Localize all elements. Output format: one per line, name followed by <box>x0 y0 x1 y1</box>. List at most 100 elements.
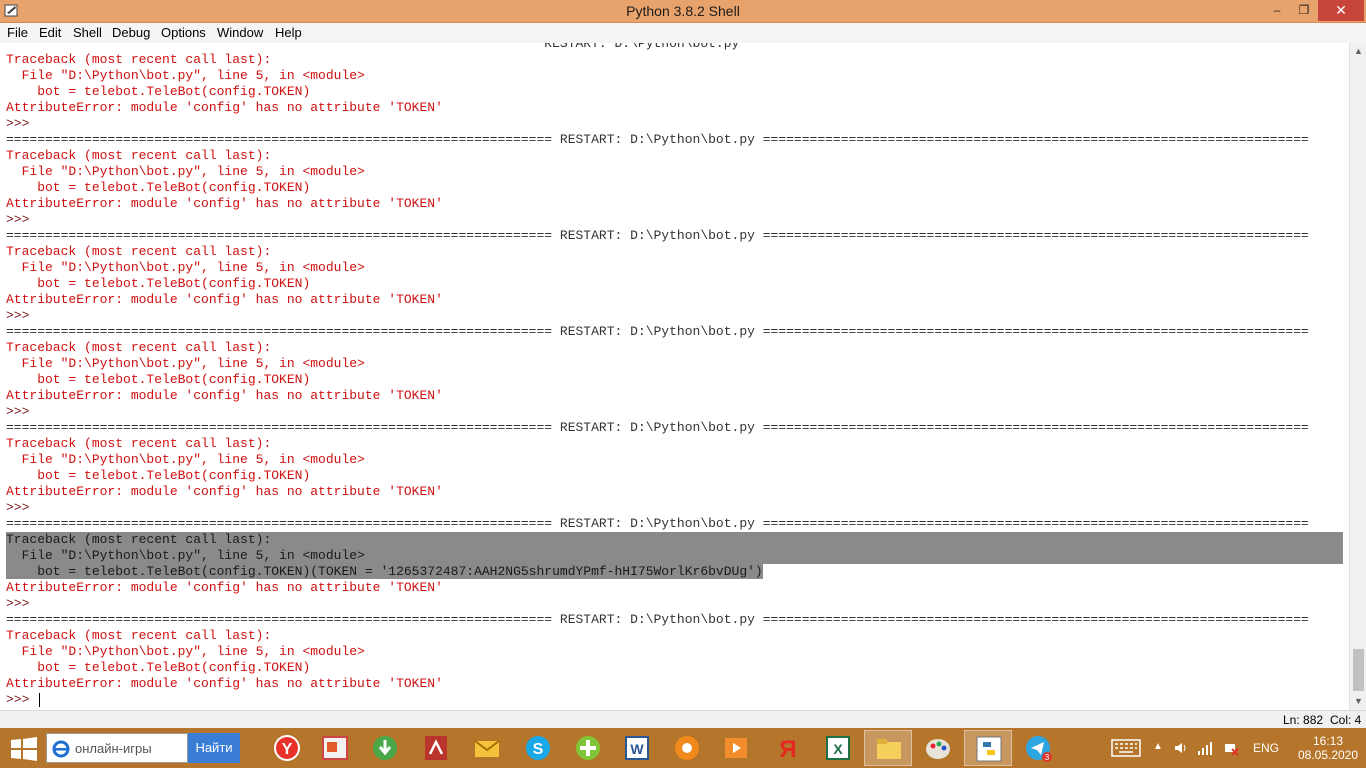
yandex-browser-icon: Y <box>274 735 300 761</box>
minimize-button[interactable]: ‒ <box>1264 0 1290 21</box>
presentation-app-icon <box>322 736 348 760</box>
taskbar-app-python-idle[interactable] <box>964 730 1012 766</box>
traceback-line: File "D:\Python\bot.py", line 5, in <mod… <box>6 452 365 467</box>
restart-line: ========================================… <box>6 132 1309 147</box>
traceback-line: Traceback (most recent call last): <box>6 244 272 259</box>
taskbar-app-pdf[interactable] <box>412 730 460 766</box>
show-hidden-icons-icon[interactable]: ▲ <box>1153 741 1163 781</box>
web-search-box[interactable]: онлайн-игры <box>46 733 188 763</box>
taskbar-app-video[interactable] <box>712 730 760 766</box>
yandex-icon: Я <box>779 736 796 763</box>
icq-icon <box>576 736 600 760</box>
menu-shell[interactable]: Shell <box>73 25 102 40</box>
column-number: Col: 4 <box>1330 713 1362 727</box>
traceback-line: Traceback (most recent call last): <box>6 340 272 355</box>
restart-line: ========================================… <box>6 324 1309 339</box>
scrollbar-thumb[interactable] <box>1353 649 1364 691</box>
volume-icon[interactable] <box>1173 740 1189 756</box>
power-warning-icon[interactable] <box>1223 740 1239 756</box>
mail-app-icon <box>474 740 500 757</box>
menu-edit[interactable]: Edit <box>39 25 61 40</box>
menu-file[interactable]: File <box>7 25 28 40</box>
traceback-line: File "D:\Python\bot.py", line 5, in <mod… <box>6 644 365 659</box>
prompt-line: >>> <box>6 500 30 515</box>
video-player-icon <box>725 738 747 758</box>
selected-text-line: bot = telebot.TeleBot(config.TOKEN)(TOKE… <box>6 564 1343 580</box>
search-button[interactable]: Найти <box>188 733 240 763</box>
traceback-line: Traceback (most recent call last): <box>6 148 272 163</box>
menu-debug[interactable]: Debug <box>112 25 150 40</box>
menu-options[interactable]: Options <box>161 25 206 40</box>
selected-pasted-line: bot = telebot.TeleBot(config.TOKEN)(TOKE… <box>6 564 763 579</box>
taskbar-app-presentation[interactable] <box>311 730 359 766</box>
title-bar[interactable]: Python 3.8.2 Shell ‒ ❐ ✕ <box>0 0 1366 23</box>
taskbar-app-word[interactable]: W <box>613 730 661 766</box>
maximize-button[interactable]: ❐ <box>1291 0 1317 21</box>
taskbar-app-skype[interactable]: S <box>514 730 562 766</box>
traceback-line: File "D:\Python\bot.py", line 5, in <mod… <box>6 356 365 371</box>
taskbar-clock[interactable]: 16:13 08.05.2020 <box>1296 734 1360 762</box>
menu-help[interactable]: Help <box>275 25 302 40</box>
taskbar-app-paint[interactable] <box>914 730 962 766</box>
traceback-line: Traceback (most recent call last): <box>6 628 272 643</box>
taskbar-app-download[interactable] <box>361 730 409 766</box>
restart-line: ========================================… <box>6 612 1309 627</box>
traceback-line: bot = telebot.TeleBot(config.TOKEN) <box>6 276 311 291</box>
paint-icon <box>926 739 950 759</box>
status-bar: Ln: 882 Col: 4 <box>0 710 1366 728</box>
traceback-line: bot = telebot.TeleBot(config.TOKEN) <box>6 180 311 195</box>
shell-output[interactable]: RESTART: D:\Python\bot.py Traceback (mos… <box>0 43 1349 710</box>
traceback-line: Traceback (most recent call last): <box>6 436 272 451</box>
taskbar-app-telegram[interactable]: 3 <box>1014 730 1062 766</box>
selected-traceback-line: Traceback (most recent call last): <box>6 532 1343 548</box>
menu-window[interactable]: Window <box>217 25 263 40</box>
taskbar-app-mail[interactable] <box>463 730 511 766</box>
clock-time: 16:13 <box>1312 734 1344 748</box>
keyboard-icon[interactable] <box>1111 738 1141 758</box>
svg-text:W: W <box>630 741 644 757</box>
menu-bar: File Edit Shell Debug Options Window Hel… <box>0 23 1366 43</box>
text-cursor <box>39 692 41 707</box>
file-explorer-icon <box>877 739 901 759</box>
search-placeholder: онлайн-игры <box>75 741 152 756</box>
prompt-line: >>> <box>6 596 30 611</box>
traceback-line: File "D:\Python\bot.py", line 5, in <mod… <box>6 68 365 83</box>
restart-line: RESTART: D:\Python\bot.py <box>6 43 740 51</box>
taskbar-app-icq[interactable] <box>564 730 612 766</box>
svg-text:S: S <box>533 741 544 758</box>
svg-text:X: X <box>833 741 843 757</box>
error-line: AttributeError: module 'config' has no a… <box>6 388 443 403</box>
svg-text:Y: Y <box>282 741 293 758</box>
error-line: AttributeError: module 'config' has no a… <box>6 292 443 307</box>
restart-line: ========================================… <box>6 228 1309 243</box>
input-prompt-line[interactable]: >>> <box>6 692 1343 708</box>
taskbar-app-explorer[interactable] <box>864 730 912 766</box>
python-idle-icon <box>976 736 1002 762</box>
network-signal-icon[interactable] <box>1197 740 1213 756</box>
language-indicator[interactable]: ENG <box>1253 741 1279 781</box>
traceback-line: File "D:\Python\bot.py", line 5, in <mod… <box>6 164 365 179</box>
prompt: >>> <box>6 692 38 707</box>
windows-start-icon[interactable] <box>10 737 38 761</box>
scroll-down-icon[interactable]: ▼ <box>1350 693 1366 710</box>
pdf-reader-icon <box>425 736 447 760</box>
error-line: AttributeError: module 'config' has no a… <box>6 484 443 499</box>
selected-text-line: Traceback (most recent call last): <box>6 532 1343 548</box>
close-button[interactable]: ✕ <box>1318 0 1364 21</box>
scroll-up-icon[interactable]: ▲ <box>1350 43 1366 60</box>
traceback-line: bot = telebot.TeleBot(config.TOKEN) <box>6 468 311 483</box>
prompt-line: >>> <box>6 308 30 323</box>
svg-text:Я: Я <box>779 736 796 763</box>
clock-date: 08.05.2020 <box>1297 748 1359 762</box>
line-number: Ln: 882 <box>1283 713 1324 727</box>
internet-explorer-icon <box>52 740 70 758</box>
taskbar-app-yandex-browser[interactable]: Y <box>263 730 311 766</box>
vertical-scrollbar[interactable]: ▲ ▼ <box>1349 43 1366 710</box>
window-title: Python 3.8.2 Shell <box>626 3 740 19</box>
prompt-line: >>> <box>6 404 30 419</box>
taskbar-app-games[interactable] <box>663 730 711 766</box>
taskbar-app-yandex[interactable]: Я <box>764 730 812 766</box>
download-app-icon <box>373 736 397 760</box>
error-line: AttributeError: module 'config' has no a… <box>6 196 443 211</box>
taskbar-app-excel[interactable]: X <box>814 730 862 766</box>
